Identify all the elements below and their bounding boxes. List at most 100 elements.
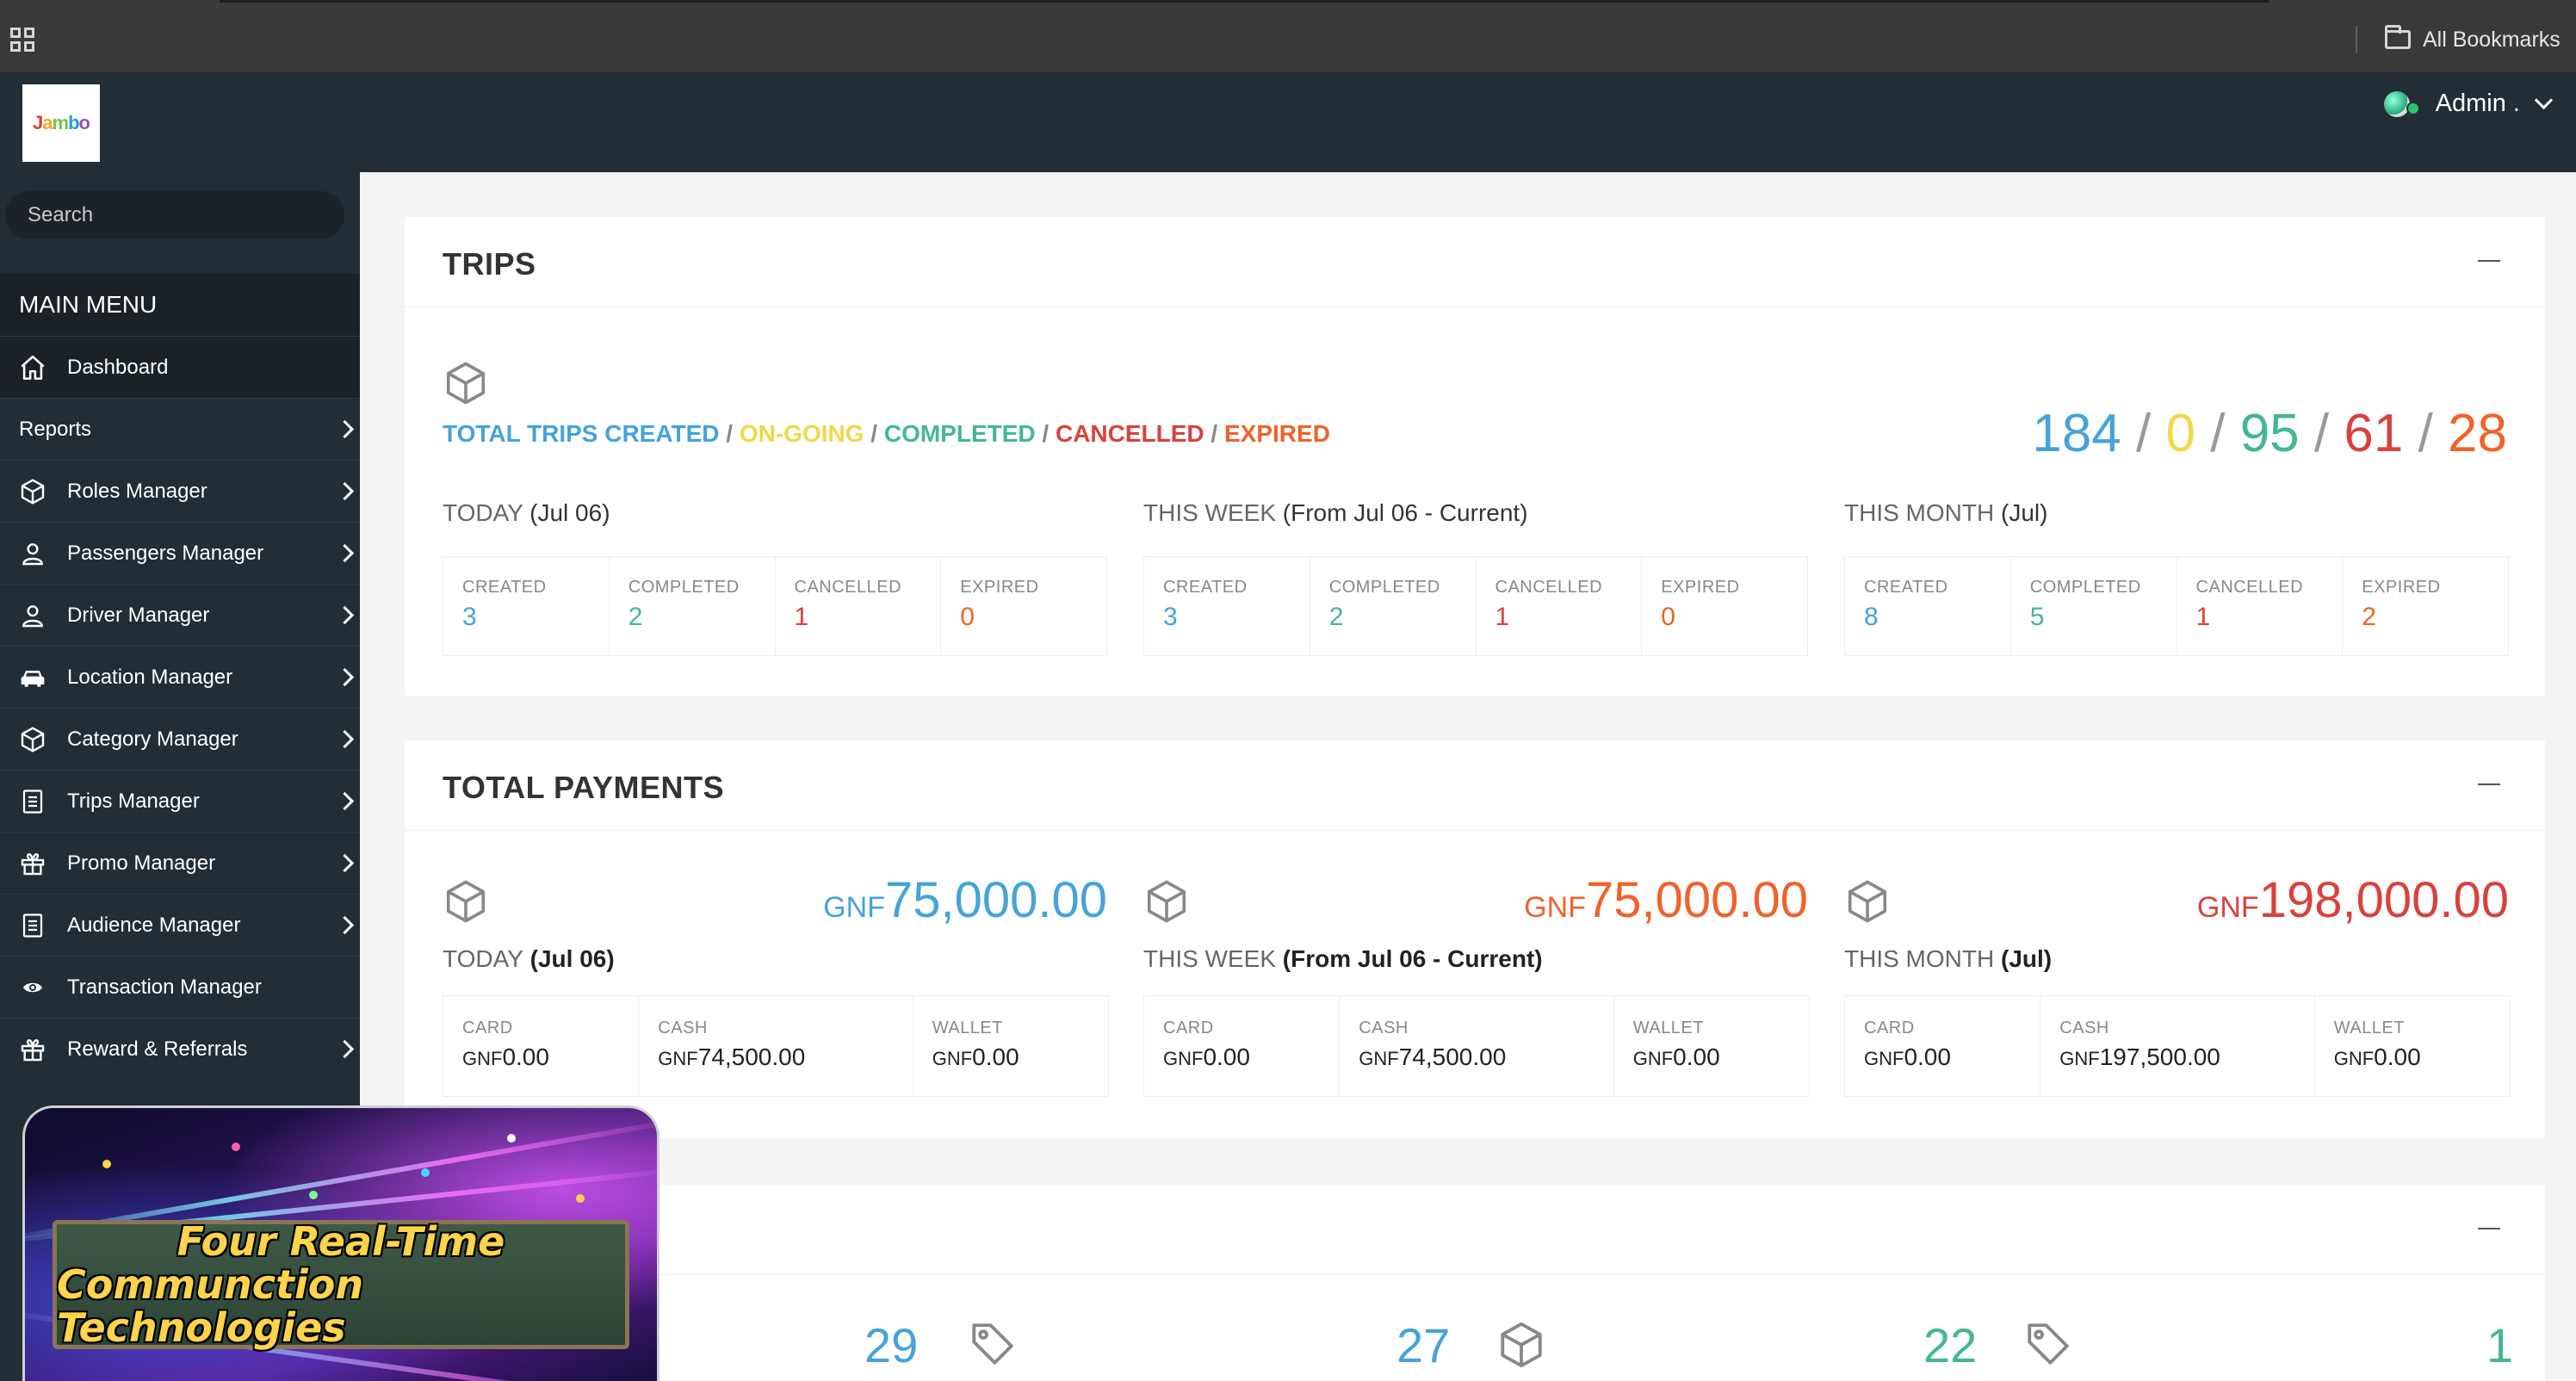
stat-label: CREATED <box>1163 578 1248 597</box>
stat-value: 1 <box>1495 603 1510 631</box>
chevron-right-icon <box>335 791 355 811</box>
cash-cell: CASH GNF74,500.00 <box>1340 996 1614 1096</box>
sidebar-item-category-manager[interactable]: Category Manager <box>0 708 360 770</box>
cash-cell: CASH GNF74,500.00 <box>639 996 913 1096</box>
video-overlay[interactable]: Four Real-Time Communction Technologies <box>22 1105 659 1381</box>
sidebar-item-audience-manager[interactable]: Audience Manager <box>0 894 360 956</box>
period-range: (Jul) <box>2001 945 2053 972</box>
chevron-right-icon <box>335 915 355 935</box>
stat-created: CREATED 3 <box>443 557 610 655</box>
chevron-right-icon <box>335 543 355 563</box>
count-value: 27 <box>1396 1318 1451 1372</box>
collapse-icon[interactable] <box>2478 1228 2500 1229</box>
sidebar-item-label: Location Manager <box>67 665 233 689</box>
stat-label: CASH <box>1359 1019 1409 1037</box>
legend-separator: / <box>719 420 740 447</box>
card-cell: CARD GNF0.00 <box>443 996 640 1096</box>
stat-expired: EXPIRED 2 <box>2343 557 2508 655</box>
user-name: Admin . <box>2435 90 2520 117</box>
sidebar-item-label: Roles Manager <box>67 479 207 503</box>
stat-label: CARD <box>1163 1019 1214 1037</box>
folder-icon <box>2385 25 2411 49</box>
stat-value: GNF0.00 <box>1864 1043 2021 1071</box>
third-panel: 29 27 22 1 <box>405 1185 2545 1381</box>
stat-label: CASH <box>2059 1019 2109 1037</box>
sidebar-item-passengers-manager[interactable]: Passengers Manager <box>0 522 360 584</box>
stat-label: WALLET <box>932 1019 1003 1037</box>
legend-cancelled: CANCELLED <box>1055 420 1204 447</box>
sidebar-item-reward-referrals[interactable]: Reward & Referrals <box>0 1018 360 1080</box>
legend-expired: EXPIRED <box>1224 420 1330 447</box>
payments-panel-header: TOTAL PAYMENTS <box>405 740 2545 831</box>
wallet-cell: WALLET GNF0.00 <box>913 996 1108 1096</box>
currency-label: GNF <box>2059 1048 2100 1069</box>
currency-label: GNF <box>2196 891 2259 924</box>
stat-value: 2 <box>1328 603 1344 631</box>
legend-separator: / <box>1204 420 1224 447</box>
wallet-amount: 0.00 <box>2374 1043 2421 1070</box>
stat-label: WALLET <box>2333 1019 2405 1037</box>
period-title: THIS WEEK (From Jul 06 - Current) <box>1143 499 1808 527</box>
trips-panel-header: TRIPS <box>405 217 2545 307</box>
card-amount: 0.00 <box>1203 1043 1250 1070</box>
sidebar-item-location-manager[interactable]: Location Manager <box>0 646 360 708</box>
currency-label: GNF <box>1359 1048 1399 1069</box>
legend-ongoing: ON-GOING <box>739 420 864 447</box>
sidebar-item-reports[interactable]: Reports <box>0 398 360 460</box>
confetti <box>576 1194 585 1203</box>
trip-stats: CREATED 3 COMPLETED 2 CANCELLED 1 EXPIRED 0 <box>1143 556 1808 656</box>
period-label: THIS MONTH <box>1844 945 1995 972</box>
amount-value: 198,000.00 <box>2258 872 2509 928</box>
sidebar-item-label: Transaction Manager <box>67 975 262 999</box>
collapse-icon[interactable] <box>2478 783 2500 785</box>
sidebar-item-transaction-manager[interactable]: Transaction Manager <box>0 956 360 1018</box>
video-caption: Four Real-Time Communction Technologies <box>53 1220 629 1349</box>
amount-value: 75,000.00 <box>1585 872 1808 928</box>
period-label: TODAY <box>443 945 523 972</box>
cube-icon <box>446 880 486 923</box>
total-created: 184 <box>2032 404 2121 463</box>
tag-icon <box>2028 1323 2069 1365</box>
total-ongoing: 0 <box>2165 404 2195 463</box>
apps-grid-icon[interactable] <box>10 28 34 52</box>
count-value: 1 <box>2486 1318 2514 1372</box>
collapse-icon[interactable] <box>2478 260 2500 262</box>
sidebar-item-roles-manager[interactable]: Roles Manager <box>0 460 360 522</box>
sidebar-item-trips-manager[interactable]: Trips Manager <box>0 770 360 832</box>
sidebar-item-label: Passengers Manager <box>67 541 264 565</box>
confetti <box>232 1143 240 1151</box>
payment-breakdown: CARD GNF0.00 CASH GNF74,500.00 WALLET GNF0.… <box>443 995 1109 1097</box>
period-title: THIS MONTH (Jul) <box>1844 945 2052 973</box>
app-logo[interactable]: Jambo <box>22 84 100 162</box>
sidebar-menu: Dashboard Reports Roles Manager Passengers … <box>0 336 360 1080</box>
legend-separator: / <box>1035 420 1056 447</box>
sidebar-item-dashboard[interactable]: Dashboard <box>0 336 360 398</box>
stat-cancelled: CANCELLED 1 <box>1477 557 1643 655</box>
sidebar-item-promo-manager[interactable]: Promo Manager <box>0 832 360 894</box>
wallet-amount: 0.00 <box>1673 1043 1720 1070</box>
main-menu-heading: MAIN MENU <box>0 274 360 336</box>
user-menu[interactable]: Admin . <box>2383 90 2554 118</box>
all-bookmarks-button[interactable]: All Bookmarks <box>2385 25 2561 53</box>
totals-separator: / <box>2210 404 2226 463</box>
legend-created: TOTAL TRIPS CREATED <box>443 420 720 447</box>
payment-amount: GNF75,000.00 <box>1524 871 1808 929</box>
stat-label: EXPIRED <box>1661 578 1740 597</box>
sidebar-item-driver-manager[interactable]: Driver Manager <box>0 584 360 646</box>
cube-icon <box>1501 1322 1542 1368</box>
stat-value: 0 <box>960 603 975 631</box>
period-label: THIS WEEK <box>1143 945 1277 972</box>
period-title: TODAY (Jul 06) <box>443 499 1107 527</box>
search-input[interactable] <box>5 191 344 239</box>
chevron-right-icon <box>335 667 355 687</box>
gift-icon <box>15 1032 50 1067</box>
period-title: THIS MONTH (Jul) <box>1844 499 2509 527</box>
third-panel-header <box>405 1185 2545 1275</box>
chevron-right-icon <box>335 729 355 749</box>
period-title: TODAY (Jul 06) <box>443 945 615 973</box>
trip-period-month: THIS MONTH (Jul) CREATED 8 COMPLETED 5 CAN… <box>1844 499 2509 656</box>
cube-icon <box>15 474 50 509</box>
trips-legend: TOTAL TRIPS CREATED / ON-GOING / COMPLET… <box>443 420 1330 448</box>
chevron-right-icon <box>335 481 355 501</box>
stat-cancelled: CANCELLED 1 <box>2177 557 2344 655</box>
